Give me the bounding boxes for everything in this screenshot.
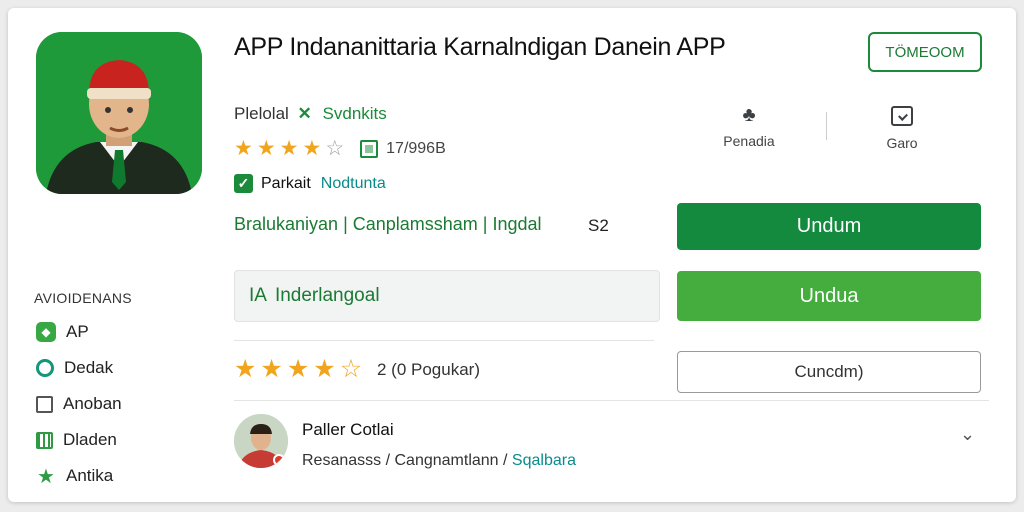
review-meta-part2: Cangnamtlann /: [394, 452, 508, 469]
developer-mark: ✕: [297, 104, 312, 123]
star-outline-icon: ☆: [339, 355, 363, 383]
sidebar-item-label: Anoban: [63, 394, 122, 413]
meta-right-label: Garo: [886, 135, 918, 151]
sidebar-title: AVIOIDENANS: [34, 290, 132, 306]
star-outline-icon: ☆: [325, 137, 345, 160]
star-icon: ★: [313, 355, 336, 383]
review-meta-link[interactable]: Sqalbara: [512, 452, 576, 469]
developer-name: Plelolal: [234, 104, 289, 123]
info-box-text: Inderlangoal: [274, 285, 380, 306]
sidebar-item-dedak[interactable]: Dedak: [36, 358, 113, 378]
review-count: 2 (0 Pogukar): [377, 360, 480, 379]
install-button[interactable]: Undum: [677, 203, 981, 250]
install-secondary-button[interactable]: Undua: [677, 271, 981, 321]
star-icon: ★: [234, 355, 257, 383]
info-box-prefix: IA: [249, 285, 267, 306]
sidebar-item-label: AP: [66, 322, 89, 341]
category-tags[interactable]: Bralukaniyan | Canplamssham | Ingdal: [234, 214, 542, 235]
sidebar-item-label: Dladen: [63, 430, 117, 449]
developer-link[interactable]: Svdnkits: [323, 104, 387, 123]
meta-content-rating: ♣ Penadia: [714, 104, 784, 149]
star-icon: ★: [302, 137, 322, 160]
cancel-button[interactable]: Cuncdm): [677, 351, 981, 393]
sidebar-item-dladen[interactable]: Dladen: [36, 430, 117, 450]
grid-icon: [36, 431, 53, 449]
star-icon: ★: [256, 137, 276, 160]
info-box[interactable]: IA Inderlangoal: [234, 270, 660, 322]
star-icon: ★: [286, 355, 310, 383]
star-icon: ★: [37, 465, 55, 488]
app-detail-card: APP Indananittaria Karnalndigan Danein A…: [8, 8, 1016, 502]
rating-count: 17/996B: [360, 140, 446, 158]
app-title: APP Indananittaria Karnalndigan Danein A…: [234, 33, 726, 61]
circle-icon: [36, 359, 54, 377]
review-rating: ★ ★ ★ ★ ☆: [234, 356, 362, 382]
badge-primary: Parkait: [261, 174, 311, 192]
rating-count-text: 17/996B: [386, 140, 446, 157]
sidebar-item-antika[interactable]: ★ Antika: [36, 465, 114, 488]
app-size: S2: [588, 216, 609, 235]
badge-secondary[interactable]: Nodtunta: [321, 175, 386, 193]
meta-left-label: Penadia: [723, 133, 775, 149]
sidebar-item-label: Dedak: [64, 358, 114, 377]
top-action-button[interactable]: TÖMEOOM: [868, 32, 982, 72]
square-icon: [36, 395, 53, 413]
sidebar-item-label: Antika: [66, 466, 114, 485]
avatar[interactable]: [234, 414, 288, 468]
app-box-icon: ◆: [36, 322, 56, 342]
person-avatar-icon: [36, 32, 202, 194]
people-icon: ♣: [742, 104, 756, 126]
sidebar-item-ap[interactable]: ◆ AP: [36, 322, 89, 342]
badge-row: ✓ Parkait Nodtunta: [234, 174, 386, 193]
divider: [234, 400, 989, 401]
reviewer-name: Paller Cotlai: [302, 420, 394, 439]
sidebar-item-anoban[interactable]: Anoban: [36, 394, 122, 414]
review-meta: Resanasss / Cangnamtlann / Sqalbara: [302, 452, 576, 470]
divider: [234, 340, 654, 341]
chevron-down-icon[interactable]: ⌄: [960, 424, 975, 445]
star-icon: ★: [279, 137, 299, 160]
check-icon: ✓: [234, 174, 253, 193]
meta-device: Garo: [874, 106, 930, 151]
meta-divider: [826, 112, 827, 140]
review-meta-part: Resanasss /: [302, 452, 391, 469]
screen-icon: [891, 106, 913, 126]
star-icon: ★: [234, 137, 253, 160]
developer-row: Plelolal ✕ Svdnkits: [234, 104, 387, 124]
app-icon: [36, 32, 202, 194]
reviews-icon: [360, 140, 379, 158]
reviewer-avatar-icon: [234, 414, 288, 468]
app-rating: ★ ★ ★ ★ ☆ 17/996B: [234, 138, 446, 160]
star-icon: ★: [260, 355, 283, 383]
